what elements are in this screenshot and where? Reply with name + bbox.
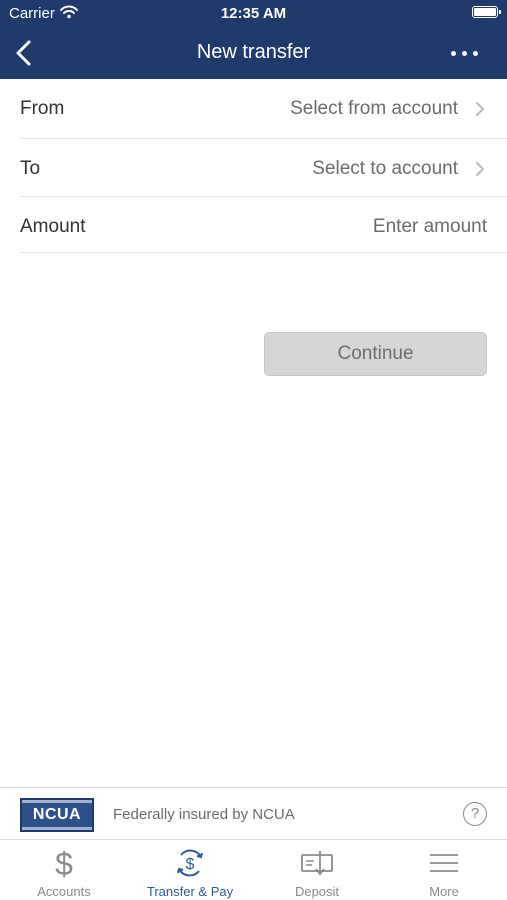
- insurance-footer: NCUA Federally insured by NCUA ?: [0, 787, 507, 840]
- check-deposit-icon: [301, 851, 333, 876]
- more-options-button[interactable]: [447, 41, 483, 65]
- status-time: 12:35 AM: [220, 5, 287, 22]
- ellipsis-dot-icon: [462, 51, 467, 56]
- continue-button[interactable]: Continue: [264, 332, 487, 376]
- help-button[interactable]: ?: [463, 802, 487, 826]
- status-bar: Carrier 12:35 AM: [0, 0, 507, 28]
- ncua-logo: NCUA: [20, 798, 94, 832]
- insurance-caption: Federally insured by NCUA: [113, 806, 295, 823]
- hamburger-menu-icon: [430, 854, 458, 872]
- tab-more[interactable]: More: [381, 840, 507, 900]
- tab-bar: $ Accounts $ Transfer & Pay Deposit More: [0, 840, 507, 900]
- to-label: To: [20, 158, 41, 179]
- tab-label: Transfer & Pay: [146, 884, 234, 899]
- tab-label: Accounts: [37, 884, 91, 899]
- page-title: New transfer: [196, 41, 311, 63]
- to-account-value: Select to account: [312, 158, 458, 179]
- battery-icon: [472, 6, 501, 18]
- tab-label: Deposit: [294, 884, 340, 899]
- from-label: From: [20, 98, 65, 119]
- chevron-right-icon: [476, 102, 484, 116]
- tab-transfer-pay[interactable]: $ Transfer & Pay: [127, 840, 253, 900]
- svg-text:$: $: [186, 856, 195, 873]
- amount-input[interactable]: Enter amount: [373, 216, 487, 238]
- from-account-row[interactable]: From Select from account: [20, 79, 507, 139]
- tab-label: More: [429, 884, 459, 899]
- ncua-logo-text: NCUA: [32, 806, 82, 823]
- chevron-right-icon: [476, 162, 484, 176]
- transfer-dollar-icon: $: [177, 849, 203, 877]
- ellipsis-dot-icon: [451, 51, 456, 56]
- amount-row[interactable]: Amount Enter amount: [20, 197, 507, 253]
- tab-deposit[interactable]: Deposit: [254, 840, 380, 900]
- from-account-value: Select from account: [290, 98, 458, 119]
- to-account-row[interactable]: To Select to account: [20, 139, 507, 197]
- tab-accounts[interactable]: $ Accounts: [1, 840, 127, 900]
- ellipsis-dot-icon: [473, 51, 478, 56]
- dollar-icon: $: [55, 846, 73, 882]
- nav-bar: New transfer: [0, 28, 507, 79]
- amount-label: Amount: [20, 216, 86, 237]
- svg-text:$: $: [55, 847, 73, 879]
